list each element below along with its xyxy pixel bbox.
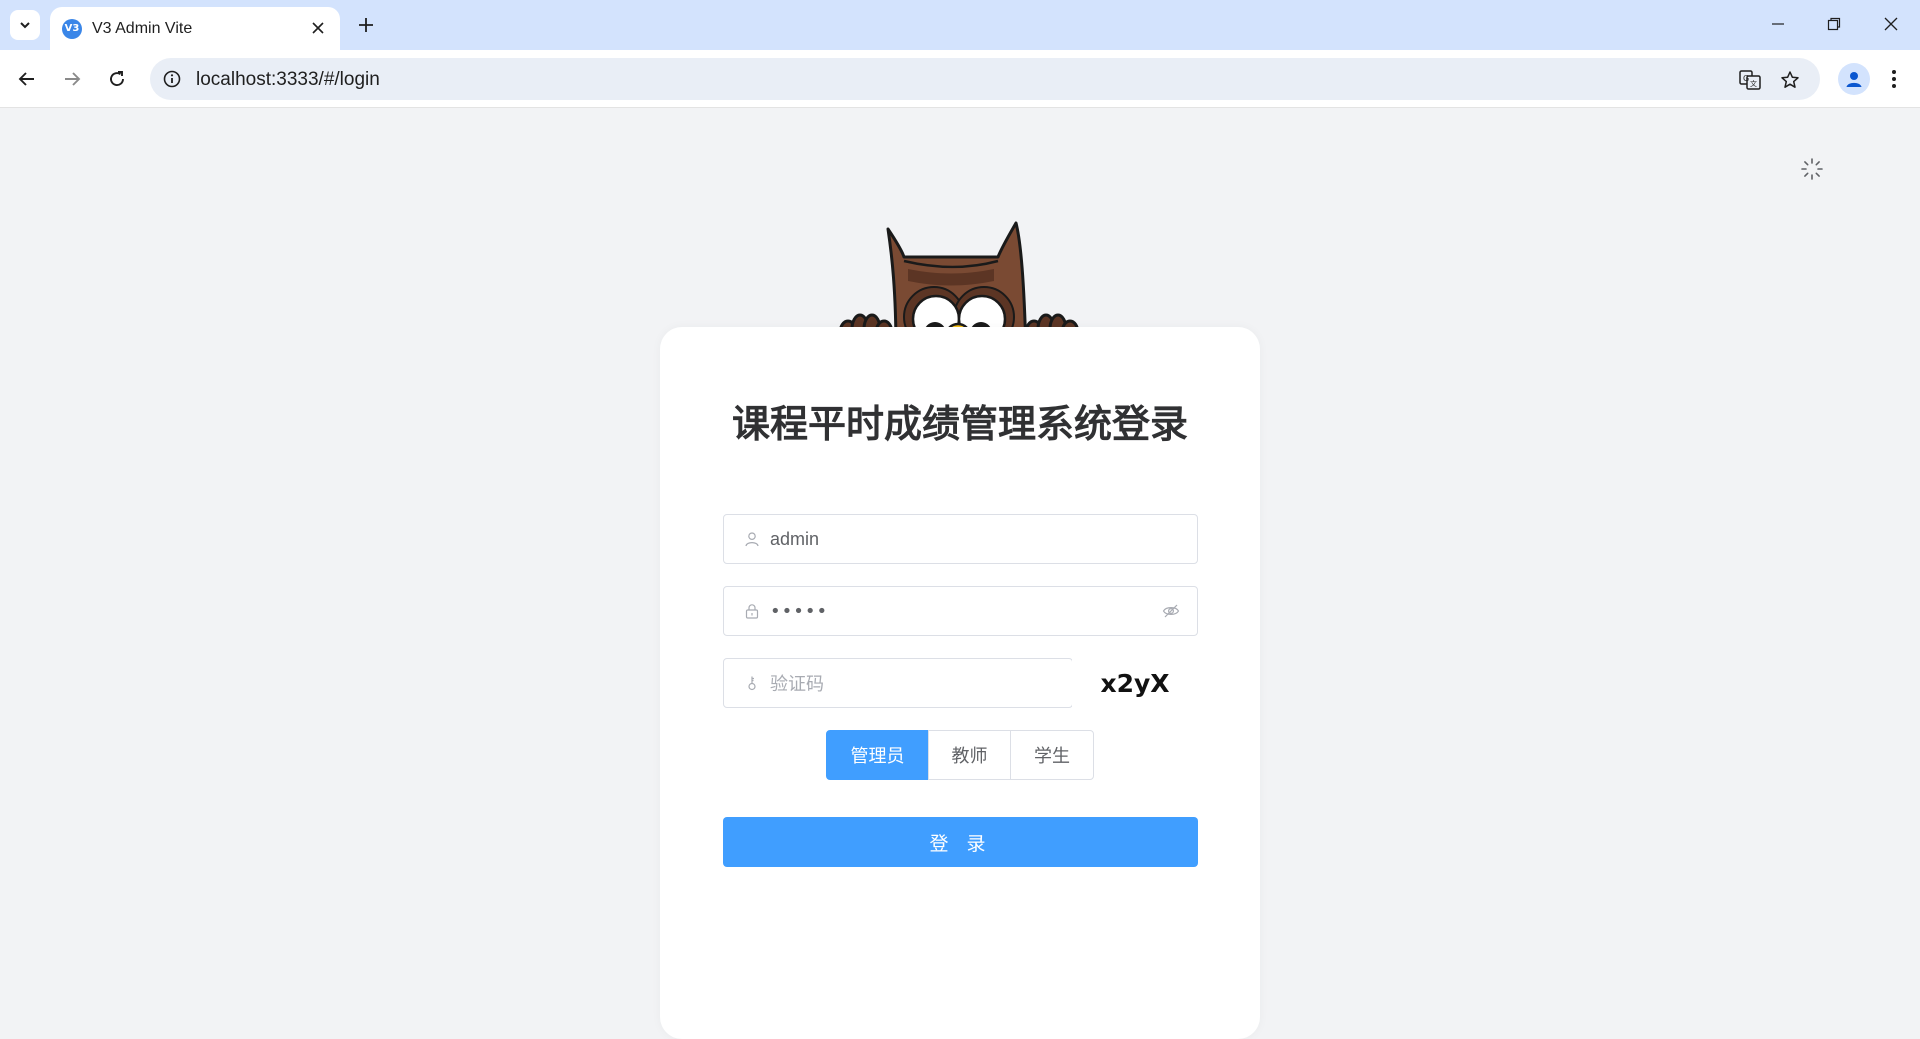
- captcha-field[interactable]: 验证码: [723, 658, 1073, 708]
- login-page: 课程平时成绩管理系统登录 admin ••••• 验证码 x2yX 管理员 教师…: [0, 109, 1920, 1039]
- minimize-button[interactable]: [1758, 8, 1798, 40]
- tab-title: V3 Admin Vite: [92, 19, 193, 37]
- window-close-button[interactable]: [1871, 8, 1911, 40]
- arrow-right-icon: [65, 72, 81, 86]
- role-selector: 管理员 教师 学生: [826, 730, 1094, 780]
- site-info-icon[interactable]: [162, 69, 182, 89]
- reload-button[interactable]: [100, 62, 134, 96]
- plus-icon: [359, 18, 373, 32]
- profile-button[interactable]: [1838, 63, 1870, 95]
- forward-button[interactable]: [55, 62, 89, 96]
- avatar-icon: [1846, 72, 1862, 87]
- reload-icon: [110, 71, 124, 86]
- username-field[interactable]: admin: [723, 514, 1198, 564]
- login-button[interactable]: 登 录: [723, 817, 1198, 867]
- eye-hidden-icon[interactable]: [1161, 601, 1181, 621]
- lock-icon: [742, 601, 762, 621]
- close-icon: [312, 22, 324, 34]
- username-value: admin: [770, 528, 820, 549]
- bookmark-star-icon[interactable]: [1778, 68, 1802, 92]
- role-teacher-button[interactable]: 教师: [928, 730, 1011, 780]
- password-field[interactable]: •••••: [723, 586, 1198, 636]
- address-bar[interactable]: localhost:3333/#/login G 文: [150, 58, 1820, 100]
- restore-button[interactable]: [1814, 8, 1854, 40]
- tab-close-button[interactable]: [308, 18, 328, 38]
- browser-tab-active[interactable]: V3 V3 Admin Vite: [50, 7, 340, 50]
- password-value: •••••: [770, 600, 829, 622]
- browser-toolbar: localhost:3333/#/login G 文: [0, 50, 1920, 108]
- arrow-left-icon: [18, 72, 34, 86]
- user-icon: [742, 529, 762, 549]
- browser-tab-bar: V3 V3 Admin Vite: [0, 0, 1920, 50]
- theme-switch-icon[interactable]: [1797, 154, 1827, 184]
- page-title: 课程平时成绩管理系统登录: [731, 402, 1188, 446]
- back-button[interactable]: [10, 62, 44, 96]
- key-icon: [742, 673, 762, 693]
- minimize-icon: [1772, 23, 1784, 25]
- translate-icon[interactable]: G 文: [1738, 68, 1762, 92]
- captcha-placeholder: 验证码: [770, 674, 824, 695]
- svg-text:文: 文: [1750, 79, 1757, 88]
- restore-icon: [1827, 17, 1841, 31]
- favicon-icon: V3: [62, 18, 82, 39]
- svg-text:G: G: [1743, 74, 1749, 83]
- captcha-image[interactable]: x2yX: [1072, 658, 1198, 708]
- role-student-button[interactable]: 学生: [1010, 730, 1094, 780]
- tab-search-button[interactable]: [10, 10, 40, 40]
- browser-menu-button[interactable]: [1882, 63, 1906, 95]
- role-admin-button[interactable]: 管理员: [826, 730, 929, 780]
- url-text: localhost:3333/#/login: [196, 69, 380, 90]
- login-card: 课程平时成绩管理系统登录 admin ••••• 验证码 x2yX 管理员 教师…: [660, 327, 1260, 1039]
- chevron-down-icon: [20, 22, 30, 29]
- close-icon: [1884, 17, 1898, 31]
- more-vertical-icon: [1892, 70, 1896, 88]
- new-tab-button[interactable]: [352, 11, 380, 39]
